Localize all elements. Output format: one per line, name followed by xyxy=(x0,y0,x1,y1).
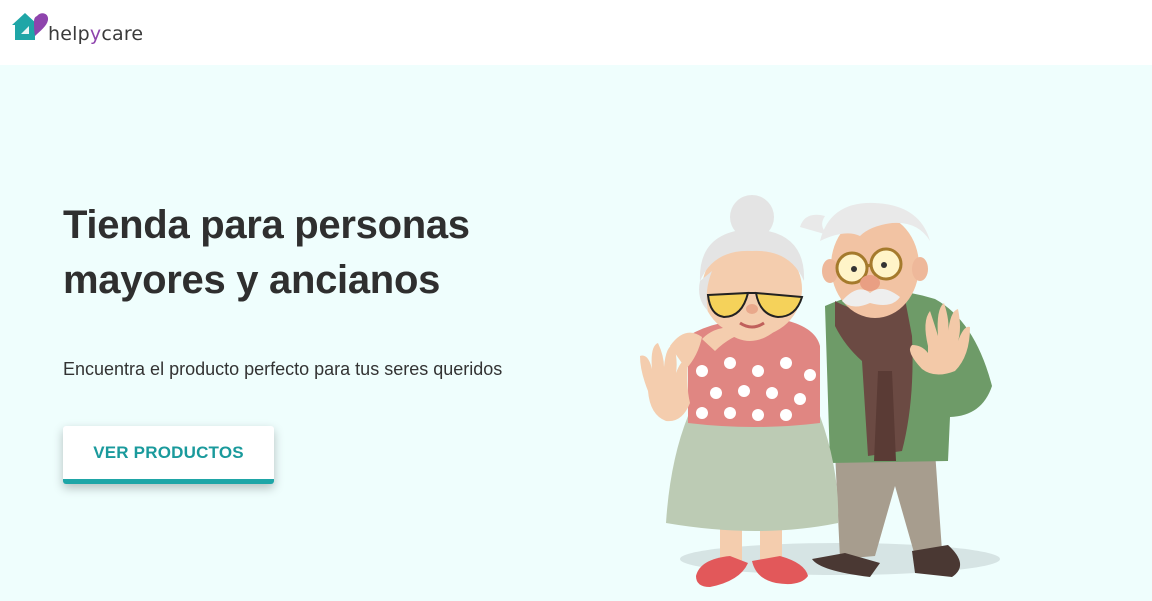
logo-text-accent: y xyxy=(89,23,102,45)
site-header: helpycare xyxy=(0,0,1152,65)
elderly-couple-waving-illustration xyxy=(640,195,1000,587)
hero-subtitle: Encuentra el producto perfecto para tus … xyxy=(63,359,503,379)
hero-title-line2: mayores y ancianos xyxy=(63,258,441,302)
logo-text-prefix: help xyxy=(48,23,90,45)
logo-text-suffix: care xyxy=(101,23,144,45)
grandmother-figure xyxy=(640,195,839,587)
ver-productos-button[interactable]: VER PRODUCTOS xyxy=(63,426,274,484)
hero-title-line1: Tienda para personas xyxy=(63,203,470,247)
heart-house-icon xyxy=(12,13,49,40)
logo-text: helpycare xyxy=(48,23,143,45)
helpycare-logo-link[interactable]: helpycare xyxy=(10,10,170,50)
hero-section: Tienda para personas mayores y ancianos … xyxy=(0,65,1152,601)
hero-title: Tienda para personas mayores y ancianos xyxy=(63,198,583,308)
